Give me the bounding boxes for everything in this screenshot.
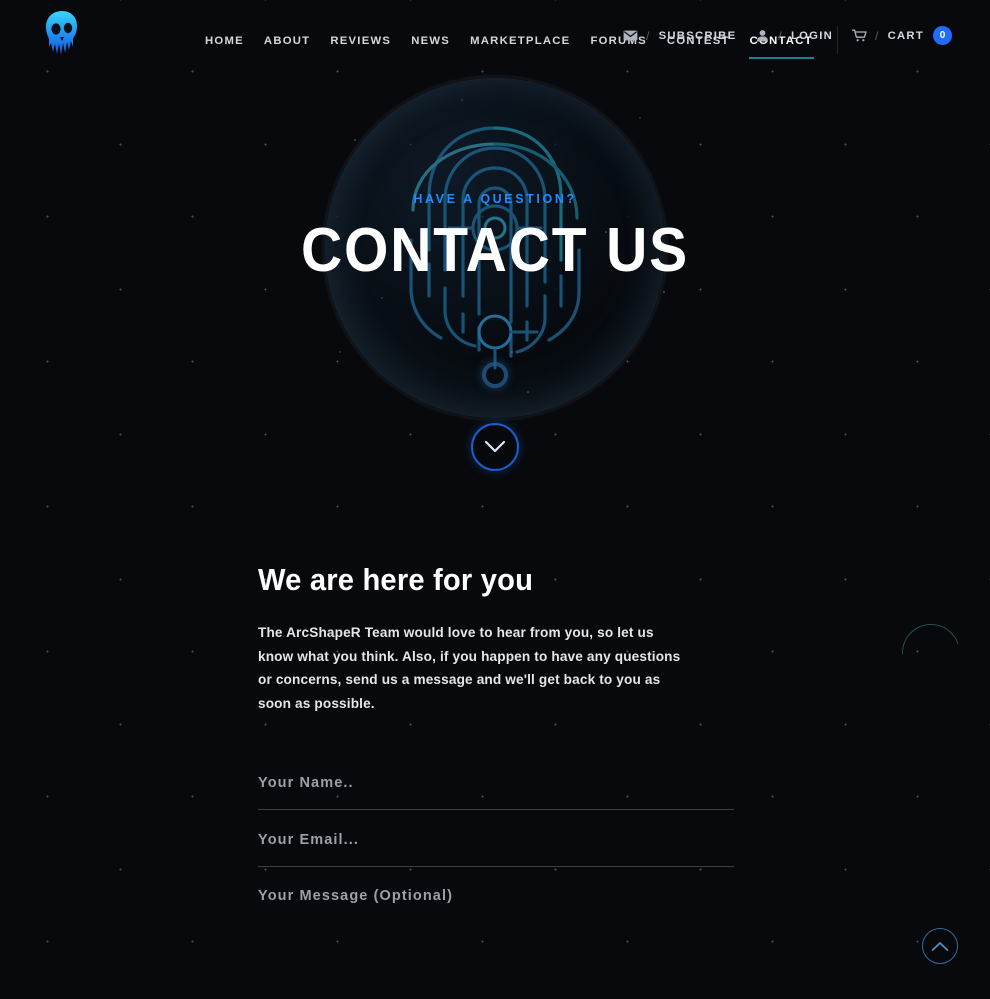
cart-link[interactable]: / CART 0: [851, 26, 952, 45]
email-field-wrapper: [258, 831, 734, 867]
nav-item-news[interactable]: NEWS: [401, 33, 460, 49]
login-link[interactable]: / LOGIN: [754, 28, 833, 44]
utility-separator: /: [646, 28, 651, 43]
scroll-down-button[interactable]: [471, 423, 519, 471]
section-heading: We are here for you: [258, 562, 534, 597]
cart-icon: [851, 28, 867, 44]
logo-link[interactable]: [40, 9, 84, 61]
cart-label: CART: [887, 29, 924, 42]
message-field-wrapper: [258, 888, 734, 925]
chevron-up-icon: [931, 941, 949, 951]
contact-section: We are here for you The ArcShapeR Team w…: [258, 560, 738, 925]
envelope-icon: [622, 28, 638, 44]
skull-logo-icon: [46, 11, 77, 55]
email-input[interactable]: [258, 832, 734, 848]
subscribe-link[interactable]: / SUBSCRIBE: [622, 28, 736, 44]
utility-separator: /: [875, 28, 880, 43]
user-icon: [754, 28, 770, 44]
nav-item-home[interactable]: HOME: [195, 33, 254, 49]
hero-kicker: HAVE A QUESTION?: [413, 192, 577, 206]
chevron-down-icon: [484, 440, 506, 453]
name-input[interactable]: [258, 775, 734, 791]
cart-count-badge: 0: [933, 26, 952, 45]
subscribe-label: SUBSCRIBE: [658, 29, 737, 42]
hero-text-block: HAVE A QUESTION? CONTACT US: [0, 192, 990, 282]
utility-separator: /: [778, 28, 783, 43]
nav-item-about[interactable]: ABOUT: [254, 33, 320, 49]
hero-section: HAVE A QUESTION? CONTACT US: [0, 0, 990, 520]
name-field-wrapper: [258, 774, 734, 810]
section-paragraph: The ArcShapeR Team would love to hear fr…: [258, 625, 681, 712]
utility-navigation: / SUBSCRIBE / LOGIN / CART 0: [622, 26, 952, 45]
page-title: CONTACT US: [300, 216, 690, 285]
decorative-arc: [902, 624, 958, 654]
page-root: HAVE A QUESTION? CONTACT US HOME ABOUT R…: [0, 0, 990, 999]
decorative-ring: [482, 362, 508, 388]
scroll-to-top-button[interactable]: [922, 928, 958, 964]
login-label: LOGIN: [790, 29, 834, 42]
nav-item-marketplace[interactable]: MARKETPLACE: [460, 33, 580, 49]
contact-form: [258, 774, 734, 925]
site-header: HOME ABOUT REVIEWS NEWS MARKETPLACE FORU…: [0, 0, 990, 70]
nav-item-reviews[interactable]: REVIEWS: [320, 33, 401, 49]
message-textarea[interactable]: [258, 888, 734, 920]
